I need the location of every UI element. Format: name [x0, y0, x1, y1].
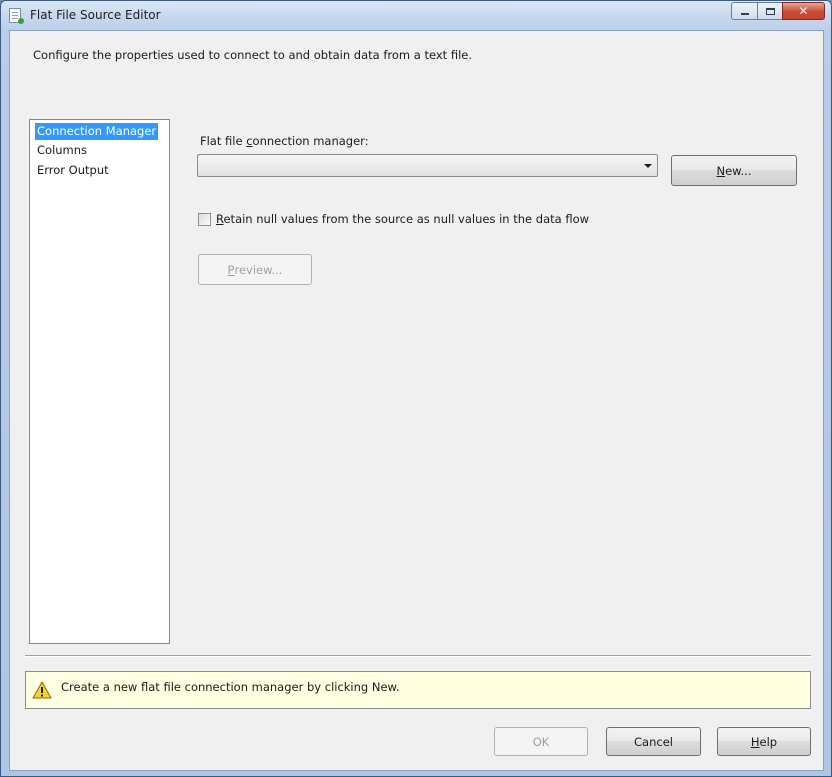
close-button[interactable]: ✕ — [782, 2, 825, 20]
window-title: Flat File Source Editor — [30, 8, 161, 22]
preview-button[interactable]: Preview... — [198, 254, 312, 285]
title-bar[interactable]: Flat File Source Editor ✕ — [1, 1, 831, 30]
label-part: Flat file — [200, 134, 247, 148]
button-mnemonic: P — [227, 262, 235, 277]
cancel-button[interactable]: Cancel — [606, 727, 701, 756]
maximize-icon — [765, 7, 775, 15]
connection-manager-dropdown[interactable] — [197, 154, 658, 177]
connection-manager-label: Flat file connection manager: — [200, 134, 369, 148]
nav-item-columns[interactable]: Columns — [35, 142, 89, 159]
button-label: review... — [234, 262, 283, 277]
nav-item-connection-manager[interactable]: Connection Manager — [35, 123, 159, 140]
close-icon: ✕ — [798, 4, 809, 18]
chevron-down-icon — [644, 164, 652, 168]
minimize-icon — [740, 13, 749, 15]
minimize-button[interactable] — [731, 2, 757, 20]
button-label: ew... — [725, 163, 752, 178]
page-navigation-list[interactable]: Connection Manager Columns Error Output — [29, 119, 170, 644]
button-label: elp — [759, 734, 778, 749]
new-connection-button[interactable]: New... — [671, 155, 797, 186]
retain-null-values-checkbox[interactable] — [198, 213, 211, 226]
document-icon — [9, 8, 24, 24]
status-message-bar: Create a new flat file connection manage… — [25, 671, 811, 709]
label-part: onnection manager: — [252, 134, 369, 148]
ok-button[interactable]: OK — [494, 727, 588, 756]
label-part: etain null values from the source as nul… — [223, 212, 590, 226]
divider — [25, 655, 811, 657]
maximize-button[interactable] — [757, 2, 782, 20]
caption-buttons: ✕ — [731, 2, 825, 20]
button-mnemonic: N — [716, 163, 726, 178]
status-message-text: Create a new flat file connection manage… — [61, 680, 400, 694]
dialog-client-area: Configure the properties used to connect… — [9, 30, 824, 771]
dialog-description: Configure the properties used to connect… — [33, 48, 472, 62]
help-button[interactable]: Help — [717, 727, 811, 756]
retain-null-values-label[interactable]: Retain null values from the source as nu… — [216, 212, 589, 226]
warning-icon — [32, 681, 52, 699]
nav-item-error-output[interactable]: Error Output — [35, 162, 111, 179]
button-mnemonic: H — [750, 734, 760, 749]
flat-file-source-editor-window: Flat File Source Editor ✕ Configure the … — [0, 0, 832, 777]
